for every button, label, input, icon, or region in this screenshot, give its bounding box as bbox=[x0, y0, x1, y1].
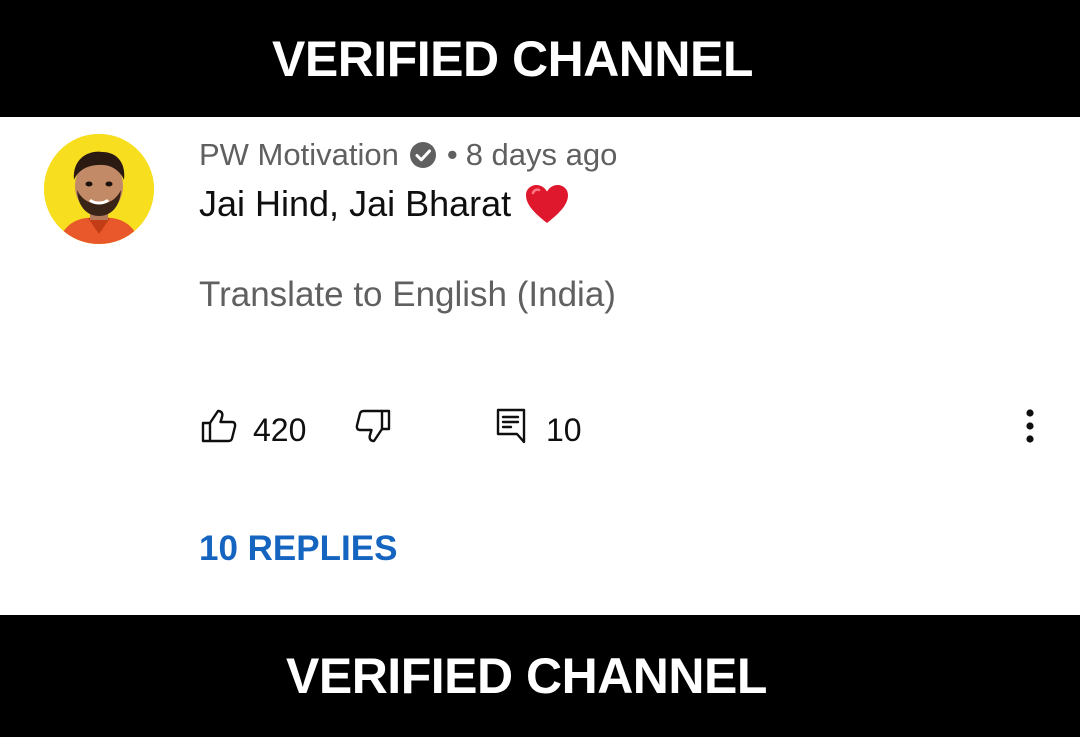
comment-timestamp: 8 days ago bbox=[465, 137, 618, 172]
meta-separator: • bbox=[446, 137, 458, 172]
top-banner-title: VERIFIED CHANNEL bbox=[272, 30, 753, 87]
like-count: 420 bbox=[253, 411, 307, 448]
avatar-portrait bbox=[44, 134, 154, 244]
bottom-banner-title: VERIFIED CHANNEL bbox=[286, 648, 767, 704]
comment-icon bbox=[496, 408, 526, 452]
thumbs-up-icon bbox=[201, 409, 237, 451]
view-replies-link[interactable]: 10 REPLIES bbox=[199, 529, 397, 569]
bottom-banner: VERIFIED CHANNEL bbox=[0, 615, 1080, 737]
verified-check-icon bbox=[409, 141, 437, 169]
thumbs-down-icon bbox=[355, 409, 391, 451]
more-options-button[interactable] bbox=[1018, 407, 1042, 453]
comment-text: Jai Hind, Jai Bharat bbox=[199, 183, 512, 224]
comment-body: Jai Hind, Jai Bharat bbox=[199, 183, 569, 225]
reply-count: 10 bbox=[546, 411, 582, 448]
like-button[interactable]: 420 bbox=[201, 407, 306, 453]
author-name[interactable]: PW Motivation bbox=[199, 137, 399, 173]
dislike-button[interactable] bbox=[355, 407, 391, 453]
translate-link[interactable]: Translate to English (India) bbox=[199, 275, 616, 315]
red-heart-icon bbox=[525, 184, 569, 224]
more-vertical-icon bbox=[1026, 409, 1034, 451]
reply-button[interactable]: 10 bbox=[496, 407, 582, 453]
comment-actions: 420 10 bbox=[0, 407, 1080, 453]
top-banner: VERIFIED CHANNEL bbox=[0, 0, 1080, 117]
comment-meta: PW Motivation • 8 days ago bbox=[199, 135, 617, 175]
comment-card: PW Motivation • 8 days ago Jai Hind, Jai… bbox=[0, 117, 1080, 615]
avatar[interactable] bbox=[44, 134, 154, 244]
